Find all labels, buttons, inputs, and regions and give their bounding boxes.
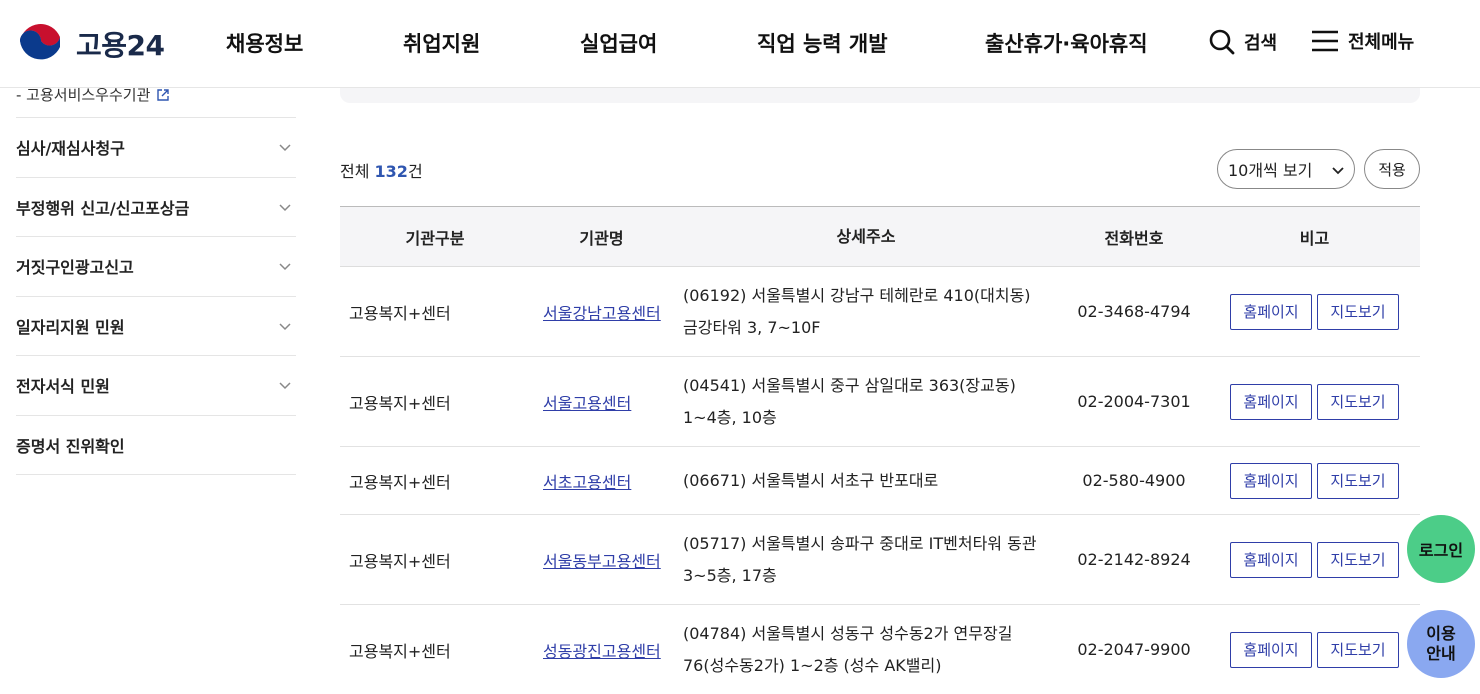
sidebar: - 고용서비스우수기관 심사/재심사청구 부정행위 신고/신고포상금 거짓구인광… bbox=[16, 86, 296, 475]
chevron-down-icon bbox=[1332, 167, 1344, 175]
sidebar-item-e-form-civil[interactable]: 전자서식 민원 bbox=[16, 356, 296, 416]
guide-label-line2: 안내 bbox=[1426, 644, 1456, 663]
office-name-link[interactable]: 서울고용센터 bbox=[543, 390, 631, 414]
col-header-name: 기관명 bbox=[579, 228, 624, 248]
cell-phone: 02-580-4900 bbox=[1082, 471, 1186, 490]
cell-type: 고용복지+센터 bbox=[349, 303, 451, 323]
homepage-button[interactable]: 홈페이지 bbox=[1230, 462, 1312, 499]
homepage-button[interactable]: 홈페이지 bbox=[1230, 631, 1312, 668]
cell-phone: 02-2004-7301 bbox=[1077, 392, 1191, 411]
table-row: 고용복지+센터 서울고용센터 (04541) 서울특별시 중구 삼일대로 363… bbox=[340, 357, 1420, 447]
chevron-down-icon bbox=[279, 204, 291, 211]
sidebar-item-label: 전자서식 민원 bbox=[16, 377, 110, 397]
total-count-number: 132 bbox=[374, 162, 408, 181]
cell-type: 고용복지+센터 bbox=[349, 641, 451, 661]
cell-address: (04541) 서울특별시 중구 삼일대로 363(장교동) 1~4층, 10층 bbox=[683, 375, 1016, 427]
sidebar-item-label: 증명서 진위확인 bbox=[16, 436, 125, 456]
sidebar-item-job-support-civil[interactable]: 일자리지원 민원 bbox=[16, 297, 296, 356]
office-name-link[interactable]: 서초고용센터 bbox=[543, 469, 631, 493]
nav-skill-development[interactable]: 직업 능력 개발 bbox=[757, 28, 888, 58]
guide-label: 이용 안내 bbox=[1426, 624, 1455, 664]
office-table: 기관구분 기관명 상세주소 전화번호 비고 고용복지+센터 서울강남고용센터 (… bbox=[340, 206, 1420, 694]
cell-phone: 02-2047-9900 bbox=[1077, 640, 1191, 659]
page-size-value: 10개씩 보기 bbox=[1228, 161, 1313, 180]
col-header-address: 상세주소 bbox=[836, 226, 896, 246]
all-menu-button[interactable]: 전체메뉴 bbox=[1310, 28, 1414, 54]
all-menu-label: 전체메뉴 bbox=[1348, 32, 1415, 53]
hamburger-icon bbox=[1312, 30, 1338, 52]
site-header: 고용24 채용정보 취업지원 실업급여 직업 능력 개발 출산휴가·육아휴직 검… bbox=[0, 0, 1480, 88]
cell-address: (05717) 서울특별시 송파구 중대로 IT벤처타워 동관 3~5층, 17… bbox=[683, 533, 1037, 585]
logo-text: 고용24 bbox=[76, 29, 165, 62]
nav-unemployment-benefit[interactable]: 실업급여 bbox=[580, 28, 657, 58]
col-header-type: 기관구분 bbox=[405, 228, 465, 248]
chevron-down-icon bbox=[279, 323, 291, 330]
cell-address: (06192) 서울특별시 강남구 테헤란로 410(대치동) 금강타워 3, … bbox=[683, 285, 1031, 337]
chevron-down-icon bbox=[279, 382, 291, 390]
sidebar-item-review-request[interactable]: 심사/재심사청구 bbox=[16, 118, 296, 178]
site-logo[interactable]: 고용24 bbox=[16, 20, 165, 68]
search-panel-bottom bbox=[340, 88, 1420, 103]
cell-type: 고용복지+센터 bbox=[349, 472, 451, 492]
search-icon bbox=[1209, 29, 1235, 55]
homepage-button[interactable]: 홈페이지 bbox=[1230, 541, 1312, 578]
table-row: 고용복지+센터 성동광진고용센터 (04784) 서울특별시 성동구 성수동2가… bbox=[340, 605, 1420, 694]
map-button[interactable]: 지도보기 bbox=[1317, 631, 1399, 668]
homepage-button[interactable]: 홈페이지 bbox=[1230, 293, 1312, 330]
sidebar-item-fraud-report[interactable]: 부정행위 신고/신고포상금 bbox=[16, 178, 296, 237]
office-name-link[interactable]: 서울동부고용센터 bbox=[543, 548, 661, 572]
total-count: 전체 132건 bbox=[340, 158, 423, 182]
office-name-link[interactable]: 성동광진고용센터 bbox=[543, 638, 661, 662]
cell-type: 고용복지+센터 bbox=[349, 393, 451, 413]
nav-employment-support[interactable]: 취업지원 bbox=[403, 28, 480, 58]
external-link-icon bbox=[157, 88, 170, 101]
map-button[interactable]: 지도보기 bbox=[1317, 462, 1399, 499]
floating-login-button[interactable]: 로그인 bbox=[1407, 515, 1475, 583]
col-header-note: 비고 bbox=[1299, 228, 1330, 248]
sidebar-item-label: 거짓구인광고신고 bbox=[16, 258, 134, 278]
chevron-down-icon bbox=[279, 263, 291, 271]
cell-address: (06671) 서울특별시 서초구 반포대로 bbox=[683, 470, 939, 490]
apply-button[interactable]: 적용 bbox=[1364, 149, 1420, 189]
map-button[interactable]: 지도보기 bbox=[1317, 541, 1399, 578]
search-label: 검색 bbox=[1244, 33, 1278, 54]
total-suffix: 건 bbox=[407, 162, 423, 181]
sidebar-item-label: 부정행위 신고/신고포상금 bbox=[16, 198, 190, 218]
sidebar-item-label: 일자리지원 민원 bbox=[16, 317, 125, 337]
total-prefix: 전체 bbox=[340, 162, 375, 181]
cell-phone: 02-3468-4794 bbox=[1077, 302, 1191, 321]
chevron-down-icon bbox=[279, 144, 291, 152]
nav-jobs[interactable]: 채용정보 bbox=[226, 28, 303, 58]
nav-parental-leave[interactable]: 출산휴가·육아휴직 bbox=[985, 28, 1148, 58]
cell-address: (04784) 서울특별시 성동구 성수동2가 연무장길 76(성수동2가) 1… bbox=[683, 623, 1013, 675]
map-button[interactable]: 지도보기 bbox=[1317, 293, 1399, 330]
guide-label-line1: 이용 bbox=[1426, 624, 1456, 643]
table-row: 고용복지+센터 서울동부고용센터 (05717) 서울특별시 송파구 중대로 I… bbox=[340, 515, 1420, 605]
table-row: 고용복지+센터 서울강남고용센터 (06192) 서울특별시 강남구 테헤란로 … bbox=[340, 267, 1420, 357]
taegeuk-logo-icon bbox=[18, 21, 64, 67]
page-size-select[interactable]: 10개씩 보기 bbox=[1217, 149, 1355, 189]
sidebar-item-false-job-ad-report[interactable]: 거짓구인광고신고 bbox=[16, 237, 296, 297]
map-button[interactable]: 지도보기 bbox=[1317, 383, 1399, 420]
cell-phone: 02-2142-8924 bbox=[1077, 550, 1191, 569]
office-name-link[interactable]: 서울강남고용센터 bbox=[543, 300, 661, 324]
floating-guide-button[interactable]: 이용 안내 bbox=[1407, 610, 1475, 678]
homepage-button[interactable]: 홈페이지 bbox=[1230, 383, 1312, 420]
sidebar-item-label: 심사/재심사청구 bbox=[16, 139, 125, 159]
cell-type: 고용복지+센터 bbox=[349, 551, 451, 571]
search-button[interactable]: 검색 bbox=[1208, 28, 1277, 56]
sidebar-item-certificate-verification[interactable]: 증명서 진위확인 bbox=[16, 416, 296, 475]
col-header-phone: 전화번호 bbox=[1104, 228, 1164, 248]
table-row: 고용복지+센터 서초고용센터 (06671) 서울특별시 서초구 반포대로 02… bbox=[340, 447, 1420, 515]
table-header: 기관구분 기관명 상세주소 전화번호 비고 bbox=[340, 207, 1420, 267]
